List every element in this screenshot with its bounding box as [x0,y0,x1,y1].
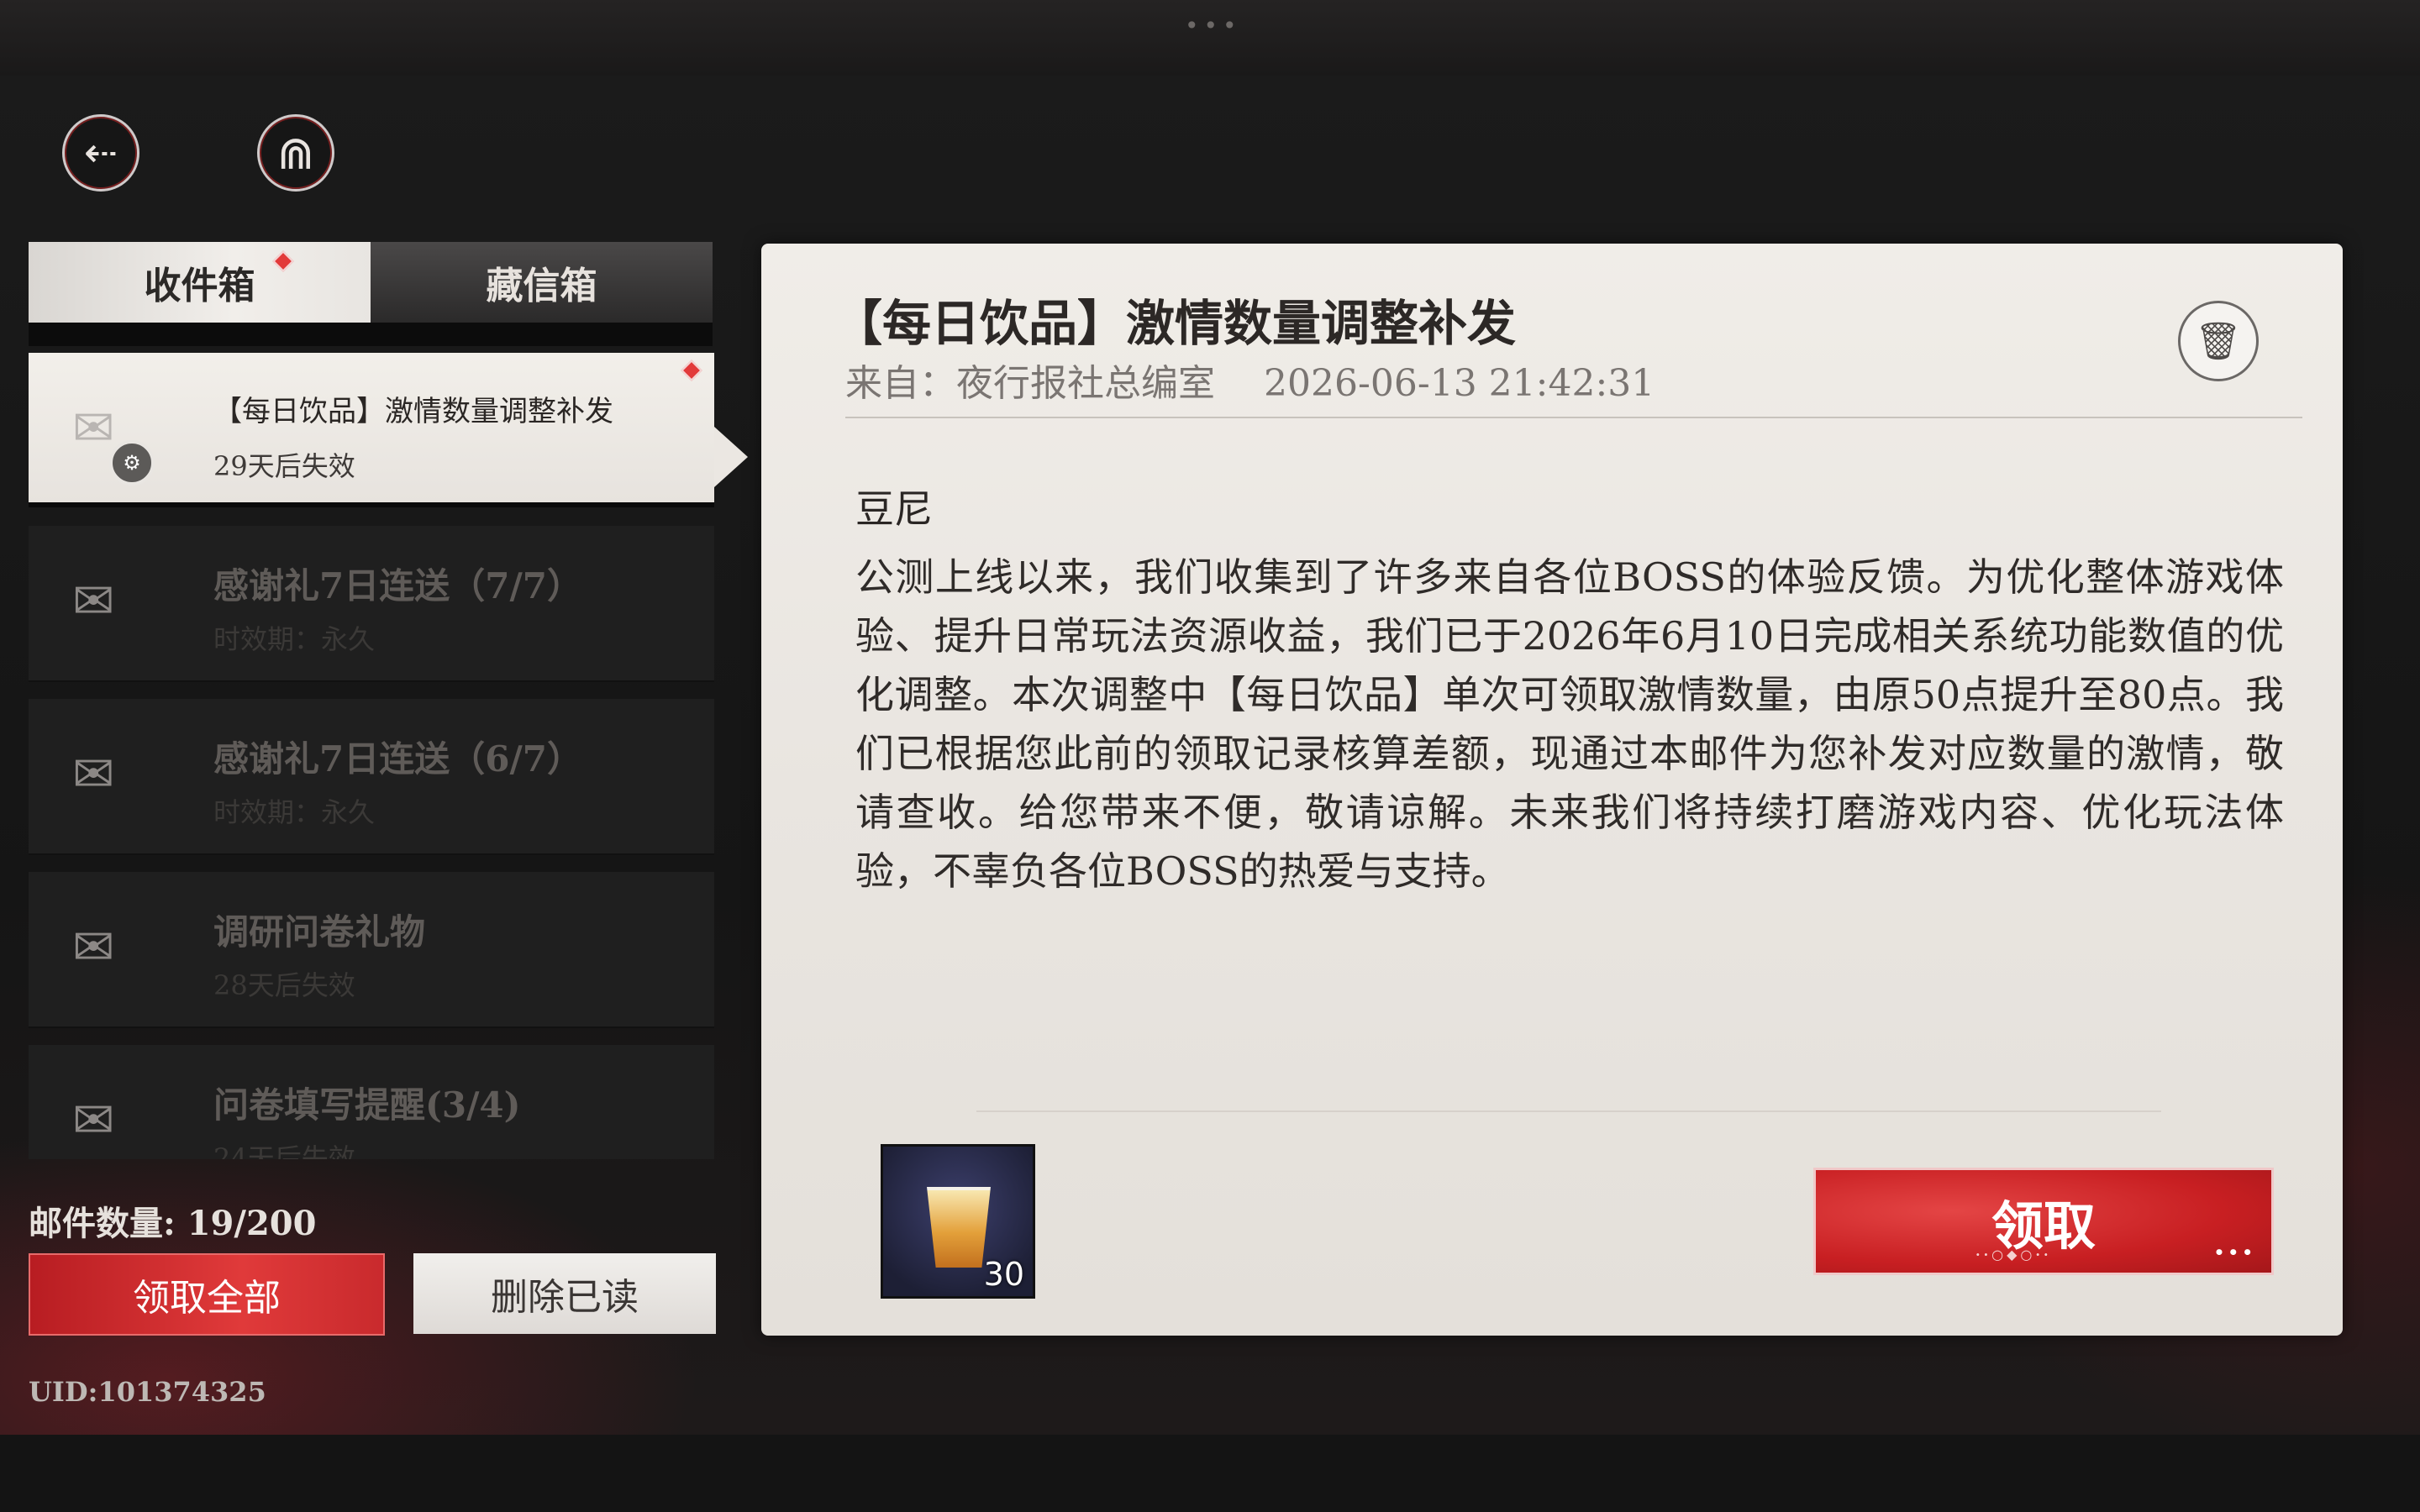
selection-pointer [714,427,748,487]
mail-item-title: 问卷填写提醒(3/4) [213,1084,521,1126]
envelope-icon: ✉ [72,918,115,977]
mail-item[interactable]: ✉ 感谢礼7日连送（6/7） 时效期：永久 [29,699,714,855]
tabs-divider [29,323,713,346]
dots-icon: ••• [2213,1242,2256,1263]
reward-quantity: 30 [983,1256,1024,1293]
mail-date: 2026-06-13 21:42:31 [1264,362,1655,405]
back-arrow-icon: ⇠ [83,129,118,176]
mail-item-expiry: 时效期：永久 [213,623,376,655]
menu-button[interactable]: ⋒ [257,114,334,192]
back-button[interactable]: ⇠ [62,114,139,192]
mail-sender: 来自：夜行报社总编室 [845,362,1215,405]
reward-item-drink[interactable]: 30 [881,1144,1035,1299]
delete-mail-button[interactable]: 🗑 [2178,301,2259,381]
mail-item-title: 感谢礼7日连送（6/7） [213,738,583,780]
mail-title: 【每日饮品】激情数量调整补发 [834,295,1517,352]
menu-icon: ⋒ [276,126,315,180]
envelope-icon: ✉ [72,572,115,631]
new-indicator-icon [272,250,294,272]
envelope-icon: ✉ [72,745,115,804]
header-divider [845,417,2302,418]
tab-saved-label: 藏信箱 [486,265,597,307]
claim-button[interactable]: 领取 ··○◆○·· ••• [1813,1168,2274,1275]
mail-item-title: 【每日饮品】激情数量调整补发 [213,395,613,428]
mail-item[interactable]: ✉ 感谢礼7日连送（7/7） 时效期：永久 [29,526,714,682]
unread-indicator-icon [681,360,702,381]
mail-item-expiry: 28天后失效 [213,969,355,1001]
tab-inbox-label: 收件箱 [144,265,255,307]
mail-greeting: 豆尼 [855,486,933,532]
mail-body: 公测上线以来，我们收集到了许多来自各位BOSS的体验反馈。为优化整体游戏体验、提… [855,554,2284,894]
reward-divider [976,1110,2161,1112]
ornament-icon: ··○◆○·· [1975,1247,2052,1263]
mail-item-title: 感谢礼7日连送（7/7） [213,565,583,606]
mail-item[interactable]: ✉ 问卷填写提醒(3/4) 24天后失效 [29,1045,714,1159]
tab-saved[interactable]: 藏信箱 [371,242,713,323]
mail-item-expiry: 29天后失效 [213,450,355,482]
mail-list[interactable]: ✉ ⚙ 【每日饮品】激情数量调整补发 29天后失效 ✉ 感谢礼7日连送（7/7）… [29,353,714,1159]
mail-count: 邮件数量: 19/200 [29,1204,317,1243]
envelope-icon: ✉ [72,1091,115,1150]
mail-meta: 来自：夜行报社总编室 2026-06-13 21:42:31 [845,353,1655,407]
attachment-badge-icon: ⚙ [109,440,155,486]
mail-item-expiry: 时效期：永久 [213,796,376,828]
claim-all-button[interactable]: 领取全部 [29,1253,385,1336]
tab-inbox[interactable]: 收件箱 [29,242,371,323]
trash-icon: 🗑 [2195,320,2242,363]
drink-glass-icon [927,1187,991,1268]
mail-item[interactable]: ✉ 调研问卷礼物 28天后失效 [29,872,714,1028]
mail-tabs: 收件箱 藏信箱 [29,242,713,323]
mail-item-expiry: 24天后失效 [213,1142,355,1159]
delete-read-button[interactable]: 删除已读 [413,1253,716,1334]
mail-item-title: 调研问卷礼物 [213,911,426,953]
user-id: UID:101374325 [29,1376,266,1408]
pull-handle[interactable]: ••• [1185,12,1242,39]
mail-detail-panel: 【每日饮品】激情数量调整补发 来自：夜行报社总编室 2026-06-13 21:… [761,244,2343,1336]
mail-item-selected[interactable]: ✉ ⚙ 【每日饮品】激情数量调整补发 29天后失效 [29,353,714,507]
top-bar: ••• [0,0,2420,76]
